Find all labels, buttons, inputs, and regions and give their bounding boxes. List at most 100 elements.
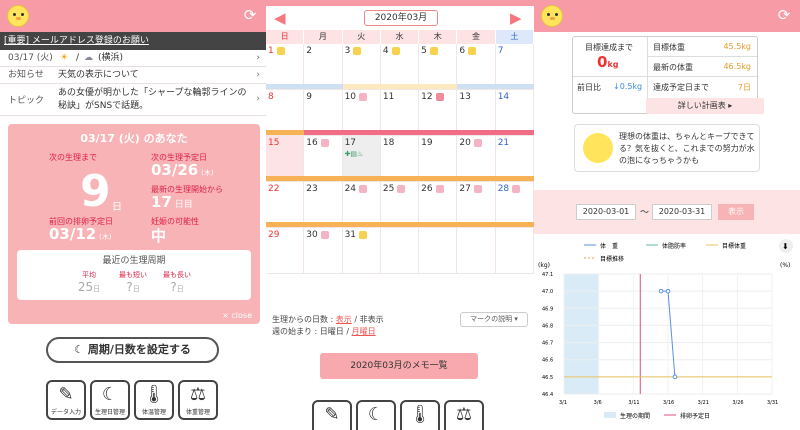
- topic-row[interactable]: トピック あの女優が明かした「シャープな輪郭ラインの秘訣」がSNSで話題。 ›: [0, 84, 266, 116]
- weight-button[interactable]: ⚖: [444, 400, 484, 430]
- calendar-day[interactable]: 2: [304, 44, 343, 89]
- calendar-day[interactable]: 11: [381, 90, 420, 135]
- day-number: 9: [306, 92, 313, 102]
- period-management-button[interactable]: ☾ 生理日管理: [90, 380, 130, 420]
- prev-month-arrow-icon[interactable]: ◀: [274, 10, 290, 26]
- calendar-day[interactable]: 29: [266, 228, 305, 273]
- weight-point: [658, 288, 664, 294]
- week-start-control: 週の始まり : 日曜日 / 月曜日: [272, 327, 376, 336]
- calendar-week: 15 16 17 ✚▤♨ 18 19 20 21: [266, 136, 534, 182]
- period-management-button[interactable]: ☾: [356, 400, 396, 430]
- calendar-day[interactable]: 14: [496, 90, 534, 135]
- home-panel: ⟳ [重要] メールアドレス登録のお願い 03/17 (火) ☀ / ☁ (横浜…: [0, 0, 266, 430]
- calendar-day[interactable]: 9: [304, 90, 343, 135]
- mark-legend-dropdown[interactable]: マークの説明 ▾: [460, 312, 528, 327]
- set-cycle-button[interactable]: ☾ 周期/日数を設定する: [46, 337, 219, 363]
- calendar-day[interactable]: 4: [381, 44, 420, 89]
- moon-icon: ☾: [367, 404, 385, 425]
- month-title: 2020年03月: [364, 10, 438, 26]
- data-input-button[interactable]: ✎: [312, 400, 352, 430]
- calendar-day[interactable]: 6: [457, 44, 496, 89]
- y-tick: 46.8: [542, 323, 553, 329]
- chick-logo-icon[interactable]: [7, 5, 29, 27]
- days-show-link[interactable]: 表示: [336, 315, 352, 324]
- calendar-day[interactable]: 13: [457, 90, 496, 135]
- calendar-day[interactable]: 16: [304, 136, 343, 181]
- news-label: お知らせ: [8, 70, 44, 80]
- calendar-day[interactable]: 15: [266, 136, 305, 181]
- calendar-day[interactable]: 8: [266, 90, 305, 135]
- prev-diff: ↓0.5kg: [613, 82, 643, 91]
- x-tick: 3/21: [698, 400, 709, 406]
- topic-label: トピック: [8, 96, 45, 106]
- calendar-day[interactable]: 1: [266, 44, 305, 89]
- legend-trend: 目標推移: [600, 255, 624, 263]
- email-notice-link[interactable]: [重要] メールアドレス登録のお願い: [0, 32, 266, 50]
- note-icon: [473, 138, 482, 147]
- calendar-day[interactable]: 22: [266, 182, 305, 227]
- weather-row[interactable]: 03/17 (火) ☀ / ☁ (横浜) ›: [0, 50, 266, 67]
- download-glyph: ⬇: [782, 242, 789, 251]
- calendar-grid: 1 2 3 4 5 6 7 8 9 10 11 12 13 14 15 16 17 ✚▤♨ 18 19 20 21 22 23…: [266, 44, 534, 274]
- moon-icon: ☾: [101, 384, 119, 405]
- pregnancy-value: 中: [151, 227, 167, 245]
- calendar-week: 29 30 31: [266, 228, 534, 274]
- calendar-day[interactable]: 30: [304, 228, 343, 273]
- date-to-input[interactable]: 2020-03-31: [652, 204, 712, 220]
- day-number: 6: [459, 46, 466, 56]
- date-from-input[interactable]: 2020-03-01: [576, 204, 636, 220]
- cycle-title: 最近の生理周期: [102, 256, 166, 266]
- calendar-day[interactable]: 10: [343, 90, 381, 135]
- day-number: 26: [421, 184, 433, 194]
- note-icon: [359, 184, 368, 193]
- calendar-day[interactable]: 31: [343, 228, 381, 273]
- calendar-day[interactable]: 25: [381, 182, 420, 227]
- calendar-day[interactable]: 3: [343, 44, 381, 89]
- note-icon: [391, 46, 400, 55]
- refresh-icon[interactable]: ⟳: [776, 7, 792, 23]
- calendar-day[interactable]: 26: [419, 182, 458, 227]
- calendar-day[interactable]: 28: [496, 182, 534, 227]
- note-icon: [435, 184, 444, 193]
- target-weight: 45.5kg: [723, 42, 751, 51]
- calendar-day[interactable]: 19: [419, 136, 458, 181]
- pencil-icon: ✎: [324, 404, 340, 425]
- day-number: 31: [344, 230, 357, 240]
- chevron-right-icon: ›: [256, 94, 260, 104]
- calendar-day[interactable]: 7: [496, 44, 534, 89]
- calendar-day[interactable]: 27: [457, 182, 496, 227]
- calendar-day[interactable]: 12: [419, 90, 458, 135]
- calendar-day[interactable]: 18: [381, 136, 420, 181]
- x-tick: 3/6: [594, 400, 602, 406]
- show-button[interactable]: 表示: [718, 204, 754, 220]
- memo-list-button[interactable]: 2020年03月のメモ一覧: [320, 353, 478, 379]
- y-tick: 46.7: [542, 341, 553, 347]
- chick-logo-icon[interactable]: [541, 5, 563, 27]
- topic-value: あの女優が明かした「シャープな輪郭ラインの秘訣」がSNSで話題。: [58, 88, 247, 111]
- day-number: 1: [268, 46, 274, 56]
- legend-period-swatch: [604, 412, 616, 418]
- temperature-button[interactable]: 🌡: [400, 400, 440, 430]
- day-number: 16: [306, 138, 318, 148]
- pencil-icon: ✎: [58, 384, 74, 405]
- calendar-day[interactable]: 20: [457, 136, 496, 181]
- refresh-icon[interactable]: ⟳: [242, 7, 258, 23]
- cycle-stats: 最近の生理周期 平均 25日 最も短い ?日 最も長い ?日: [17, 250, 251, 300]
- calendar-day[interactable]: 5: [419, 44, 458, 89]
- day-number: 19: [421, 138, 433, 148]
- next-month-arrow-icon[interactable]: ▶: [510, 10, 526, 26]
- calendar-day[interactable]: 24: [343, 182, 381, 227]
- plan-button[interactable]: 詳しい計画表 ▸: [646, 98, 764, 114]
- news-row[interactable]: お知らせ 天気の表示について ›: [0, 67, 266, 84]
- temperature-button[interactable]: 🌡 体温管理: [134, 380, 174, 420]
- day-number: 28: [497, 184, 510, 194]
- day-number: 24: [344, 184, 357, 194]
- close-button[interactable]: × close: [222, 311, 252, 320]
- weight-button[interactable]: ⚖ 体重管理: [178, 380, 218, 420]
- calendar-day[interactable]: 23: [304, 182, 343, 227]
- calendar-day[interactable]: 21: [496, 136, 534, 181]
- legend-fat: 体脂肪率: [662, 242, 686, 250]
- data-input-button[interactable]: ✎ データ入力: [46, 380, 86, 420]
- weight-panel: ⟳ 目標達成まで 0kg 目標体重 45.5kg 最新の体重 46.5kg 前日…: [534, 0, 800, 430]
- calendar-day[interactable]: 17 ✚▤♨: [342, 136, 381, 181]
